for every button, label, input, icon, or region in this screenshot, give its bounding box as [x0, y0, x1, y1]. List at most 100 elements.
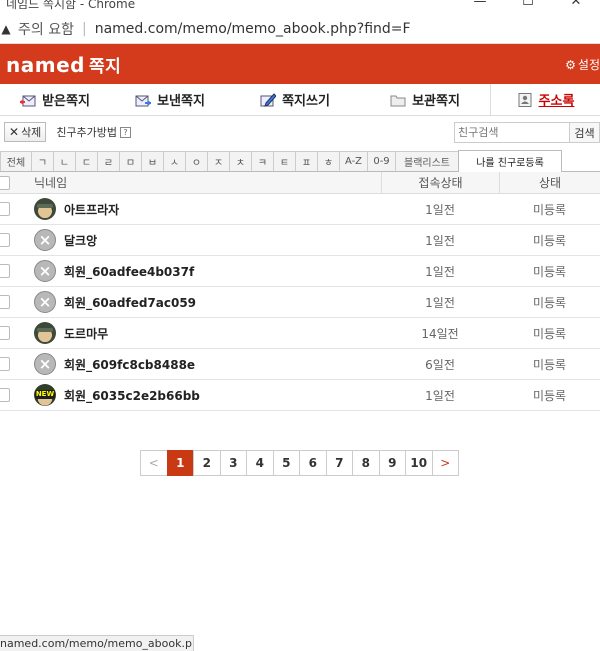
index-tab[interactable]: ㅈ — [207, 151, 230, 171]
url-text[interactable]: named.com/memo/memo_abook.php?find=F — [95, 21, 411, 37]
page-button[interactable]: 8 — [352, 450, 380, 476]
add-friend-help[interactable]: 친구추가방법 ? — [56, 124, 132, 140]
tab-archive[interactable]: 보관쪽지 — [360, 84, 490, 115]
index-tab[interactable]: ㅅ — [163, 151, 186, 171]
index-tab[interactable]: ㄹ — [97, 151, 120, 171]
table-row: 아트프라자 1일전 미등록 — [0, 194, 600, 225]
nickname-link[interactable]: 달크앙 — [64, 232, 97, 249]
page-button[interactable]: 6 — [299, 450, 327, 476]
address-book-icon — [517, 92, 533, 107]
friend-search-input[interactable] — [454, 122, 570, 143]
nickname-cell: 회원_60adfed7ac059 — [10, 291, 381, 313]
connection-cell: 14일전 — [421, 326, 459, 341]
avatar-closed-icon — [34, 260, 56, 282]
row-checkbox[interactable] — [0, 295, 10, 309]
index-tab[interactable]: ㅇ — [185, 151, 208, 171]
index-tab[interactable]: ㅋ — [251, 151, 274, 171]
tab-address-book-label: 주소록 — [538, 94, 575, 109]
address-bar[interactable]: ▲ 주의 요함 | named.com/memo/memo_abook.php?… — [0, 14, 600, 44]
add-friend-help-label: 친구추가방법 — [56, 126, 118, 139]
page-button-current[interactable]: 1 — [166, 450, 194, 476]
question-icon[interactable]: ? — [120, 126, 132, 138]
index-tab-09[interactable]: 0-9 — [367, 151, 396, 171]
page-button[interactable]: 4 — [246, 450, 274, 476]
tab-inbox[interactable]: 받은쪽지 — [0, 84, 110, 115]
tab-address-book[interactable]: 주소록 — [490, 84, 600, 115]
row-checkbox[interactable] — [0, 357, 10, 371]
nickname-link[interactable]: 회원_60adfee4b037f — [64, 263, 194, 280]
folder-icon — [390, 93, 406, 107]
nickname-link[interactable]: 회원_6035c2e2b66bb — [64, 387, 200, 404]
row-checkbox[interactable] — [0, 264, 10, 278]
security-status[interactable]: 주의 요함 — [18, 19, 74, 39]
window-controls: — ☐ ✕ — [456, 0, 600, 9]
table-row: 회원_60adfed7ac059 1일전 미등록 — [0, 287, 600, 318]
friend-search-button[interactable]: 검색 — [570, 122, 600, 143]
status-header[interactable]: 상태 — [499, 172, 600, 193]
row-checkbox[interactable] — [0, 388, 10, 402]
window-title: 네임드 쪽지함 - Chrome — [6, 0, 136, 11]
logo-sub: 쪽지 — [88, 57, 122, 77]
index-tab[interactable]: ㄱ — [31, 151, 54, 171]
index-tab-blacklist[interactable]: 블랙리스트 — [395, 151, 459, 171]
index-tab[interactable]: ㅁ — [119, 151, 142, 171]
tab-compose[interactable]: 쪽지쓰기 — [230, 84, 360, 115]
nickname-link[interactable]: 도르마무 — [64, 325, 108, 342]
avatar-closed-icon — [34, 229, 56, 251]
status-cell: 미등록 — [532, 326, 567, 341]
table-row: 달크앙 1일전 미등록 — [0, 225, 600, 256]
page-button[interactable]: 3 — [219, 450, 247, 476]
table-row: 회원_6035c2e2b66bb 1일전 미등록 — [0, 380, 600, 411]
index-tab[interactable]: ㅎ — [317, 151, 340, 171]
index-tab[interactable]: ㅍ — [295, 151, 318, 171]
inbox-icon — [19, 93, 36, 107]
nickname-cell: 회원_609fc8cb8488e — [10, 353, 381, 375]
nickname-cell: 회원_6035c2e2b66bb — [10, 384, 381, 406]
tab-sent[interactable]: 보낸쪽지 — [110, 84, 230, 115]
connection-header[interactable]: 접속상태 — [381, 172, 499, 193]
nickname-header[interactable]: 닉네임 — [10, 174, 381, 191]
index-tab[interactable]: ㅊ — [229, 151, 252, 171]
page-button[interactable]: 9 — [378, 450, 406, 476]
page-button[interactable]: 7 — [325, 450, 353, 476]
table-row: 회원_60adfee4b037f 1일전 미등록 — [0, 256, 600, 287]
close-button[interactable]: ✕ — [552, 0, 600, 9]
select-all-checkbox[interactable] — [0, 175, 10, 190]
index-tab[interactable]: ㄷ — [75, 151, 98, 171]
status-cell: 미등록 — [532, 202, 567, 217]
next-page-button[interactable]: > — [431, 450, 459, 476]
page-button[interactable]: 5 — [272, 450, 300, 476]
friend-table-header: 닉네임 접속상태 상태 — [0, 172, 600, 194]
avatar-new-icon — [34, 384, 56, 406]
tab-inbox-label: 받은쪽지 — [42, 94, 90, 109]
connection-cell: 1일전 — [425, 264, 455, 279]
page-button[interactable]: 2 — [193, 450, 221, 476]
tab-compose-label: 쪽지쓰기 — [282, 94, 330, 109]
minimize-button[interactable]: — — [456, 0, 504, 9]
avatar-closed-icon — [34, 291, 56, 313]
row-checkbox[interactable] — [0, 202, 10, 216]
nickname-link[interactable]: 아트프라자 — [64, 201, 119, 218]
logo-text: named — [6, 53, 85, 77]
page-button[interactable]: 10 — [405, 450, 433, 476]
index-tab[interactable]: ㅂ — [141, 151, 164, 171]
index-tab-az[interactable]: A-Z — [339, 151, 368, 171]
settings-label: 설정 — [577, 58, 600, 72]
delete-icon: ✕ — [9, 125, 20, 139]
row-checkbox[interactable] — [0, 326, 10, 340]
index-tab-registered-me[interactable]: 나를 친구로등록 — [458, 150, 562, 172]
index-tab[interactable]: ㅌ — [273, 151, 296, 171]
status-cell: 미등록 — [532, 357, 567, 372]
index-tab-all[interactable]: 전체 — [0, 151, 32, 171]
maximize-button[interactable]: ☐ — [504, 0, 552, 9]
settings-link[interactable]: ⚙ 설정 — [565, 56, 600, 73]
prev-page-button[interactable]: < — [140, 450, 168, 476]
warning-icon[interactable]: ▲ — [0, 22, 12, 36]
index-tab[interactable]: ㄴ — [53, 151, 76, 171]
row-checkbox[interactable] — [0, 233, 10, 247]
nickname-link[interactable]: 회원_60adfed7ac059 — [64, 294, 196, 311]
tab-archive-label: 보관쪽지 — [412, 94, 460, 109]
status-cell: 미등록 — [532, 233, 567, 248]
nickname-link[interactable]: 회원_609fc8cb8488e — [64, 356, 195, 373]
delete-button[interactable]: ✕ 삭제 — [4, 122, 47, 142]
